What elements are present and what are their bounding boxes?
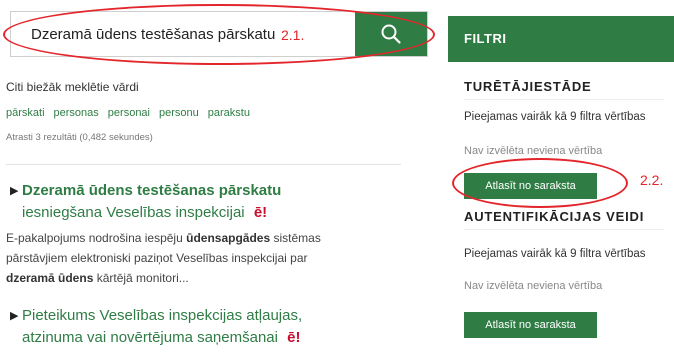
triangle-bullet-icon: ▶ (10, 310, 19, 322)
result-title-link[interactable]: Dzeramā ūdens testēšanas pārskatu (22, 182, 281, 199)
search-result: ▶ Pieteikums Veselības inspekcijas atļau… (6, 305, 346, 349)
tag-link[interactable]: pārskati (6, 107, 45, 119)
frequent-searches-label: Citi biežāk meklētie vārdi (6, 80, 139, 94)
annotation-label-search: 2.1. (281, 27, 305, 43)
search-box (10, 11, 428, 57)
filter-title-institution: TURĒTĀJIESTĀDE (464, 79, 592, 94)
triangle-bullet-icon: ▶ (10, 185, 19, 197)
result-title-link[interactable]: Pieteikums Veselības inspekcijas atļauja… (22, 307, 302, 346)
result-title[interactable]: ▶ Pieteikums Veselības inspekcijas atļau… (6, 305, 346, 349)
result-snippet: E-pakalpojums nodrošina iespēju ūdensapg… (6, 231, 321, 285)
search-result: ▶ Dzeramā ūdens testēšanas pārskatu iesn… (6, 180, 346, 288)
divider (6, 164, 401, 165)
divider (464, 99, 664, 100)
result-count: Atrasti 3 rezultāti (0,482 sekundes) (6, 132, 153, 143)
filter-title-auth-methods: AUTENTIFIKĀCIJAS VEIDI (464, 209, 645, 224)
filter-empty: Nav izvēlēta neviena vērtība (464, 280, 603, 292)
search-icon (381, 24, 401, 44)
frequent-tags: pārskati personas personai personu parak… (6, 107, 250, 119)
annotation-label-button: 2.2. (640, 172, 664, 188)
tag-link[interactable]: personas (54, 107, 99, 119)
result-title[interactable]: ▶ Dzeramā ūdens testēšanas pārskatu iesn… (6, 180, 346, 224)
filters-header: FILTRI (448, 16, 674, 62)
search-input[interactable] (11, 12, 357, 56)
filter-empty: Nav izvēlēta neviena vērtība (464, 145, 603, 157)
search-button[interactable] (355, 12, 427, 56)
filter-info: Pieejamas vairāk kā 9 filtra vērtības (464, 111, 646, 123)
divider (464, 229, 664, 230)
tag-link[interactable]: personai (108, 107, 150, 119)
result-title-rest[interactable]: iesniegšana Veselības inspekcijai (22, 204, 245, 221)
select-from-list-button[interactable]: Atlasīt no saraksta (464, 173, 597, 199)
filter-info: Pieejamas vairāk kā 9 filtra vērtības (464, 248, 646, 260)
e-service-badge-icon: ē! (287, 329, 301, 346)
tag-link[interactable]: personu (159, 107, 199, 119)
e-service-badge-icon: ē! (253, 204, 268, 221)
select-from-list-button[interactable]: Atlasīt no saraksta (464, 312, 597, 338)
tag-link[interactable]: parakstu (208, 107, 250, 119)
